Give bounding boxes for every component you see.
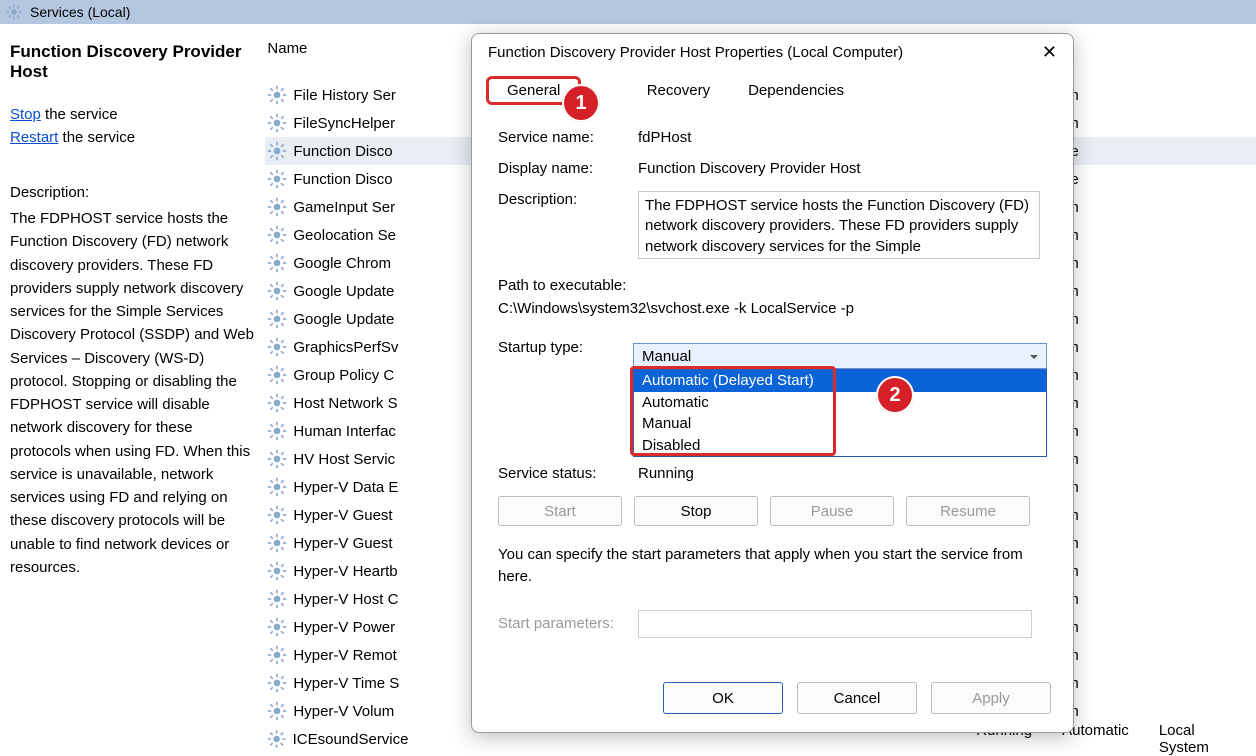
description-box[interactable]: The FDPHOST service hosts the Function D… [638,191,1040,259]
gear-icon [267,197,287,217]
ok-button[interactable]: OK [663,682,783,714]
stop-button[interactable]: Stop [634,496,758,526]
restart-service-link[interactable]: Restart [10,129,58,146]
display-name-label: Display name: [498,160,638,177]
gear-icon [267,337,287,357]
startup-type-dropdown[interactable]: Automatic (Delayed Start)AutomaticManual… [633,369,1047,457]
gear-icon [267,393,287,413]
gear-icon [267,533,287,553]
gear-icon [267,505,287,525]
gear-icon [267,729,286,749]
startup-type-select[interactable]: Manual [633,343,1047,369]
display-name-value: Function Discovery Provider Host [638,160,1047,177]
tab-recovery[interactable]: Recovery [628,76,729,105]
gear-icon [267,449,287,469]
gear-icon [267,477,287,497]
window-title: Services (Local) [30,4,130,20]
path-label: Path to executable: [498,277,1047,294]
start-params-input [638,610,1032,638]
pause-button: Pause [770,496,894,526]
gear-icon [267,365,287,385]
service-name-label: Service name: [498,129,638,146]
stop-service-link[interactable]: Stop [10,106,41,123]
close-icon[interactable]: ✕ [1036,40,1063,65]
gear-icon [267,225,287,245]
tab-dependencies[interactable]: Dependencies [729,76,863,105]
gear-icon [267,281,287,301]
service-status-value: Running [638,465,694,482]
startup-option[interactable]: Automatic (Delayed Start) [634,370,1046,392]
details-pane: Function Discovery Provider Host Stop th… [0,24,265,753]
callout-2: 2 [876,376,914,414]
properties-dialog: Function Discovery Provider Host Propert… [471,33,1074,733]
dialog-title: Function Discovery Provider Host Propert… [488,44,903,61]
service-logon: Local System [1159,722,1238,756]
gear-icon [267,701,287,721]
window-titlebar: Services (Local) [0,0,1256,24]
gear-icon [267,141,287,161]
cancel-button[interactable]: Cancel [797,682,917,714]
services-icon [6,4,22,20]
gear-icon [267,85,287,105]
service-name-value: fdPHost [638,129,1047,146]
service-status-label: Service status: [498,465,638,482]
description-label: Description: [498,191,638,259]
start-params-label: Start parameters: [498,615,638,632]
path-value: C:\Windows\system32\svchost.exe -k Local… [498,300,1047,317]
gear-icon [267,589,287,609]
callout-1: 1 [562,84,600,122]
start-params-note: You can specify the start parameters tha… [498,544,1038,588]
gear-icon [267,673,287,693]
gear-icon [267,253,287,273]
start-button: Start [498,496,622,526]
description-heading: Description: [10,184,257,201]
gear-icon [267,309,287,329]
startup-option[interactable]: Automatic [634,392,1046,414]
gear-icon [267,561,287,581]
startup-option[interactable]: Disabled [634,435,1046,457]
gear-icon [267,617,287,637]
resume-button: Resume [906,496,1030,526]
gear-icon [267,421,287,441]
startup-type-label: Startup type: [498,339,633,369]
service-name: ICEsoundService [293,731,977,748]
gear-icon [267,113,287,133]
gear-icon [267,645,287,665]
apply-button: Apply [931,682,1051,714]
gear-icon [267,169,287,189]
startup-option[interactable]: Manual [634,413,1046,435]
selected-service-heading: Function Discovery Provider Host [10,42,257,82]
description-body: The FDPHOST service hosts the Function D… [10,207,257,579]
